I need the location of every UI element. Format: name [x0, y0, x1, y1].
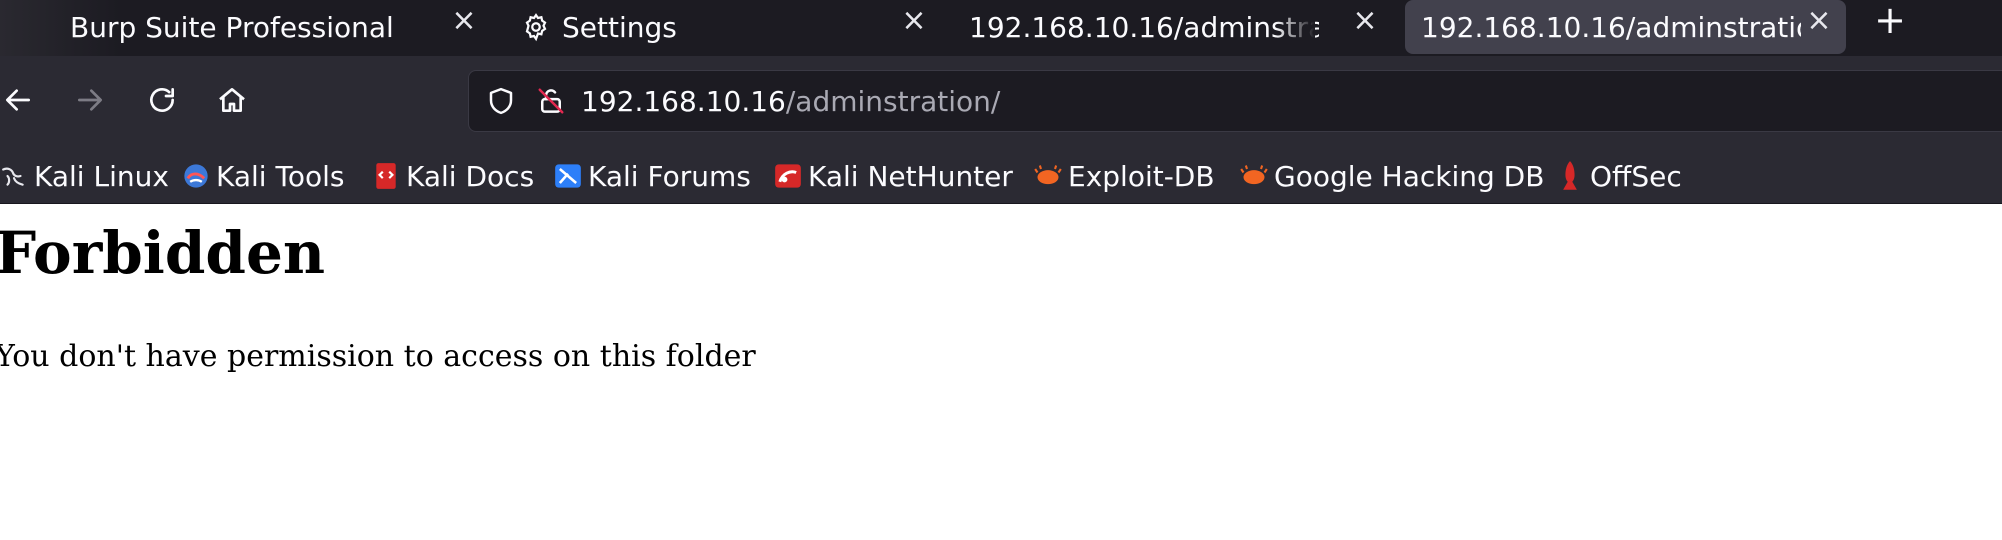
url-text: 192.168.10.16/adminstration/: [581, 85, 1000, 118]
page-content: Forbidden You don't have permission to a…: [0, 205, 2002, 540]
tab-burp-suite[interactable]: Burp Suite Professional ×: [52, 0, 482, 54]
forward-button[interactable]: [68, 80, 112, 124]
shield-icon[interactable]: [481, 81, 521, 121]
close-icon[interactable]: ×: [896, 0, 932, 40]
home-button[interactable]: [210, 80, 254, 124]
bookmark-label: Kali Linux: [34, 159, 169, 193]
reload-button[interactable]: [140, 80, 184, 124]
tab-title-fade: [1275, 0, 1315, 40]
back-button[interactable]: [0, 80, 40, 124]
arrow-left-icon: [2, 84, 34, 120]
tab-strip: Burp Suite Professional × Settings × 192…: [0, 0, 2002, 56]
bookmarks-toolbar: Kali Linux Kali Tools Kali Docs Kali For…: [0, 148, 2002, 204]
tab-title: 192.168.10.16/adminstration/: [969, 10, 1319, 44]
url-host: 192.168.10.16: [581, 84, 786, 118]
tab-adminstration-active[interactable]: 192.168.10.16/adminstration/ ×: [1405, 0, 1846, 54]
bookmark-kali-nethunter[interactable]: Kali NetHunter: [774, 148, 1013, 204]
bookmark-kali-forums[interactable]: Kali Forums: [554, 148, 751, 204]
bookmark-label: Kali NetHunter: [808, 159, 1013, 193]
kali-dragon-icon: [0, 162, 28, 190]
exploit-db-icon: [1034, 162, 1062, 190]
reload-icon: [146, 84, 178, 120]
close-icon[interactable]: ×: [446, 0, 482, 40]
offsec-icon: [1556, 161, 1584, 190]
bookmark-kali-tools[interactable]: Kali Tools: [182, 148, 344, 204]
bookmark-label: OffSec: [1590, 159, 1682, 193]
tab-title: Burp Suite Professional: [70, 10, 394, 44]
url-bar[interactable]: 192.168.10.16/adminstration/: [468, 70, 2002, 132]
kali-docs-icon: [372, 162, 400, 190]
bookmark-kali-docs[interactable]: Kali Docs: [372, 148, 534, 204]
kali-nethunter-icon: [774, 162, 802, 190]
bookmark-label: Kali Docs: [406, 159, 535, 193]
bookmark-label: Kali Tools: [216, 159, 345, 193]
page-title: Forbidden: [0, 219, 326, 287]
lock-strikethrough-icon[interactable]: [531, 81, 571, 121]
tab-title: Settings: [562, 10, 677, 44]
navigation-toolbar: 192.168.10.16/adminstration/: [0, 56, 2002, 148]
new-tab-button[interactable]: +: [1868, 0, 1912, 42]
bookmark-label: Exploit-DB: [1068, 159, 1215, 193]
bookmark-kali-linux[interactable]: Kali Linux: [0, 148, 169, 204]
page-message: You don't have permission to access on t…: [0, 339, 756, 374]
close-icon[interactable]: ×: [1801, 0, 1837, 40]
tab-adminstration-1[interactable]: 192.168.10.16/adminstration/ ×: [955, 0, 1385, 54]
url-path: /adminstration/: [785, 84, 1001, 118]
kali-forums-icon: [554, 162, 582, 190]
home-icon: [216, 84, 248, 120]
arrow-right-icon: [74, 84, 106, 120]
bookmark-google-hacking-db[interactable]: Google Hacking DB: [1240, 148, 1544, 204]
tab-title: 192.168.10.16/adminstration/: [1421, 10, 1801, 44]
kali-tools-icon: [182, 162, 210, 190]
bookmark-offsec[interactable]: OffSec: [1556, 148, 1682, 204]
close-icon[interactable]: ×: [1347, 0, 1383, 40]
tab-settings[interactable]: Settings ×: [512, 0, 932, 54]
ghdb-icon: [1240, 162, 1268, 190]
bookmark-label: Google Hacking DB: [1274, 159, 1545, 193]
bookmark-exploit-db[interactable]: Exploit-DB: [1034, 148, 1215, 204]
gear-icon: [520, 11, 552, 43]
bookmark-label: Kali Forums: [588, 159, 751, 193]
